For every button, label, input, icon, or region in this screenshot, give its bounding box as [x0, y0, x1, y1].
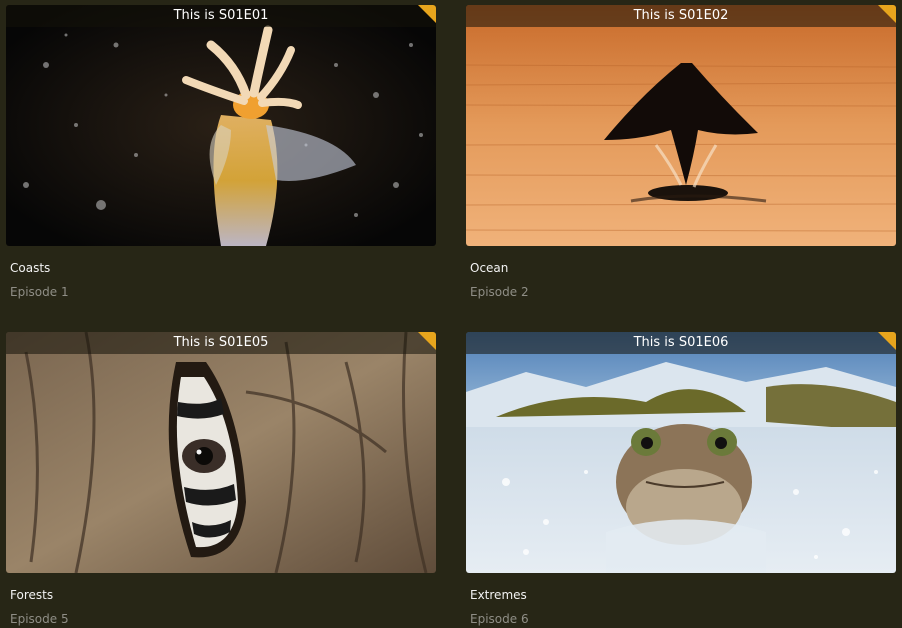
episode-subtitle: Episode 5: [10, 612, 69, 626]
episode-code-label: This is S01E01: [6, 5, 436, 27]
episode-title[interactable]: Ocean: [470, 260, 896, 276]
episode-code-label: This is S01E06: [466, 332, 896, 354]
episode-card-2[interactable]: This is S01E02 Ocean Episode 2: [466, 5, 896, 300]
episode-thumbnail[interactable]: This is S01E06: [466, 332, 896, 573]
episode-card-3[interactable]: This is S01E05 Forests Episode 5: [6, 332, 436, 627]
corner-flag-icon: [878, 332, 896, 350]
episode-code-label: This is S01E02: [466, 5, 896, 27]
episode-card-4[interactable]: This is S01E06 Extremes Episode 6: [466, 332, 896, 627]
episode-title[interactable]: Extremes: [470, 587, 896, 603]
episode-subtitle: Episode 2: [470, 285, 529, 299]
corner-flag-icon: [418, 5, 436, 23]
glowing-sea-creature-image: [6, 5, 436, 246]
episode-title[interactable]: Forests: [10, 587, 436, 603]
episode-grid: This is S01E01 Coasts Episode 1 This is …: [0, 0, 902, 628]
episode-subtitle: Episode 6: [470, 612, 529, 626]
episode-subtitle: Episode 1: [10, 285, 69, 299]
animal-eye-in-tree-hollow-image: [6, 332, 436, 573]
episode-code-label: This is S01E05: [6, 332, 436, 354]
corner-flag-icon: [878, 5, 896, 23]
episode-thumbnail[interactable]: This is S01E05: [6, 332, 436, 573]
corner-flag-icon: [418, 332, 436, 350]
episode-card-1[interactable]: This is S01E01 Coasts Episode 1: [6, 5, 436, 300]
episode-thumbnail[interactable]: This is S01E02: [466, 5, 896, 246]
ray-leaping-at-sunset-image: [466, 5, 896, 246]
frog-in-icy-water-image: [466, 332, 896, 573]
episode-title[interactable]: Coasts: [10, 260, 436, 276]
episode-thumbnail[interactable]: This is S01E01: [6, 5, 436, 246]
